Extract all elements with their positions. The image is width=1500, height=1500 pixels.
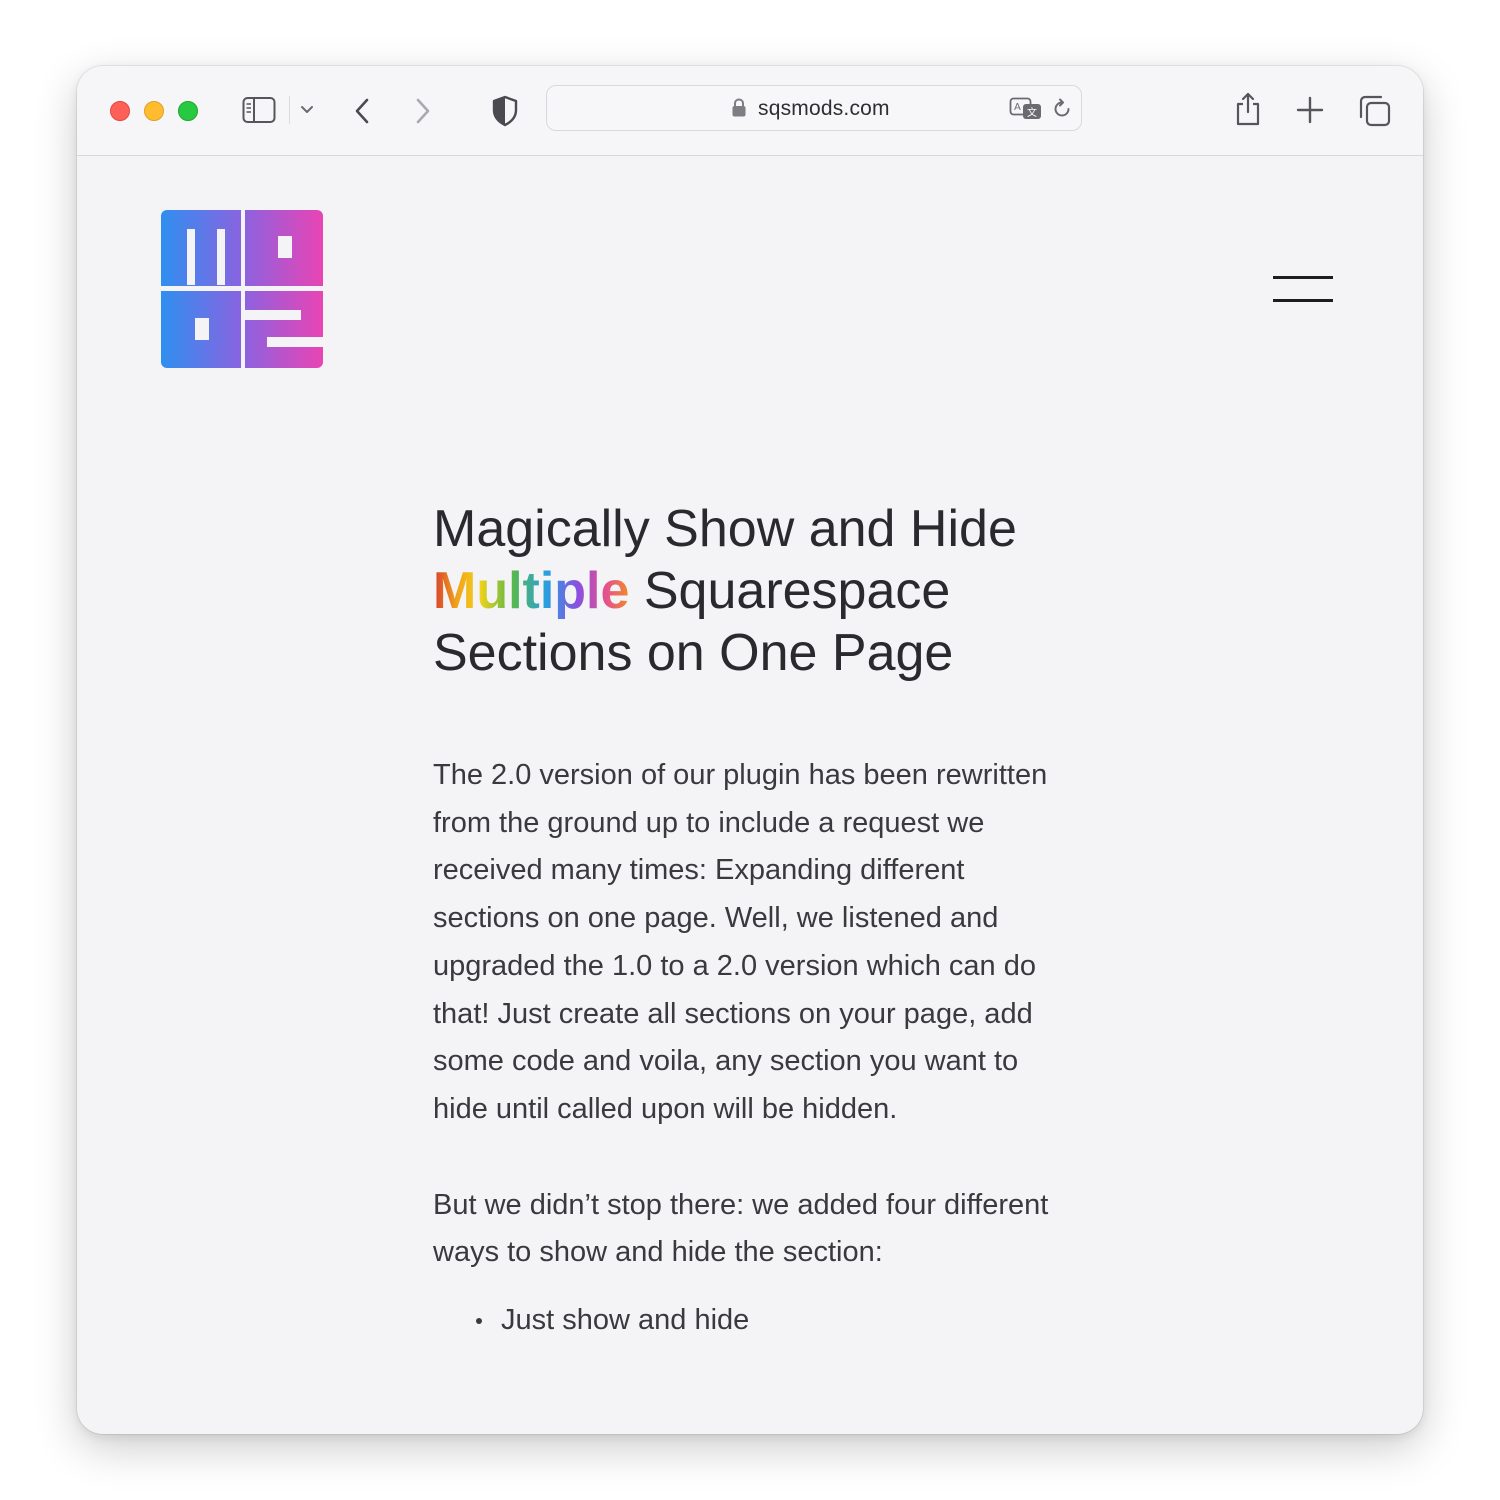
url-text: sqsmods.com <box>758 97 890 120</box>
toolbar-divider <box>289 96 290 124</box>
chevron-down-icon[interactable] <box>299 104 315 116</box>
reload-icon[interactable] <box>1051 98 1073 125</box>
svg-text:文: 文 <box>1027 106 1037 119</box>
lock-icon <box>731 98 747 123</box>
tabs-overview-icon[interactable] <box>1358 94 1392 128</box>
minimize-window-button[interactable] <box>144 101 164 121</box>
shield-icon[interactable] <box>491 95 519 127</box>
address-bar[interactable]: sqsmods.com A 文 <box>546 85 1082 131</box>
chevron-right-icon[interactable] <box>413 96 433 126</box>
options-list: Just show and hide <box>433 1297 1073 1344</box>
close-window-button[interactable] <box>110 101 130 121</box>
page-title: Magically Show and Hide Multiple Squares… <box>433 498 1073 684</box>
browser-window: sqsmods.com A 文 Magically Show and Hide … <box>77 66 1423 1434</box>
page-content: Magically Show and Hide Multiple Squares… <box>77 156 1423 1434</box>
chevron-left-icon[interactable] <box>352 96 372 126</box>
list-item-text: Just show and hide <box>501 1304 750 1337</box>
hamburger-line-top <box>1273 276 1333 279</box>
list-item: Just show and hide <box>433 1297 1073 1344</box>
site-logo[interactable] <box>161 210 323 368</box>
title-highlight: Multiple <box>433 562 630 620</box>
svg-text:A: A <box>1014 102 1021 113</box>
hamburger-line-bottom <box>1273 299 1333 302</box>
zoom-window-button[interactable] <box>178 101 198 121</box>
hamburger-icon[interactable] <box>1273 276 1333 302</box>
title-part-1: Magically Show and Hide <box>433 500 1017 558</box>
translate-icon[interactable]: A 文 <box>1009 97 1043 126</box>
second-paragraph: But we didn’t stop there: we added four … <box>433 1188 1049 1269</box>
article: Magically Show and Hide Multiple Squares… <box>433 498 1073 1344</box>
share-icon[interactable] <box>1234 90 1262 128</box>
bullet-icon <box>476 1318 482 1325</box>
plus-icon[interactable] <box>1296 96 1324 124</box>
browser-toolbar: sqsmods.com A 文 <box>77 66 1423 156</box>
intro-paragraph: The 2.0 version of our plugin has been r… <box>433 759 1048 1125</box>
sidebar-icon[interactable] <box>242 96 276 124</box>
